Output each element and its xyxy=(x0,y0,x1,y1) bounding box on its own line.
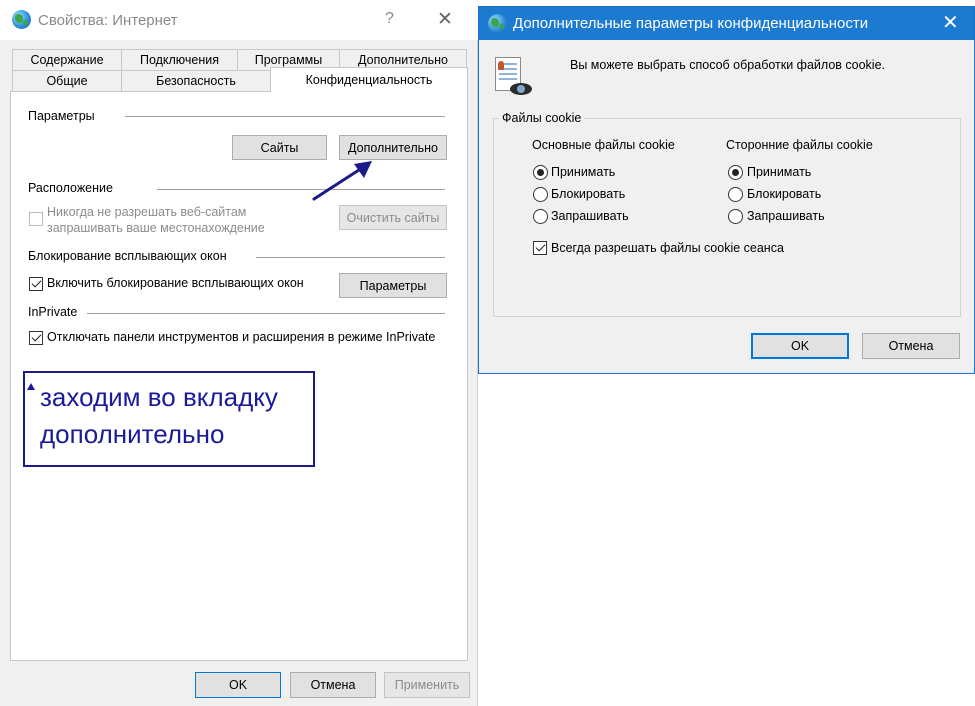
annotation-callout: заходим во вкладку дополнительно xyxy=(23,371,315,467)
divider xyxy=(125,116,445,117)
session-cookies-label: Всегда разрешать файлы cookie сеанса xyxy=(551,241,784,255)
location-checkbox-label-1: Никогда не разрешать веб-сайтам xyxy=(47,205,247,219)
first-party-prompt-label: Запрашивать xyxy=(551,209,629,223)
apply-button[interactable]: Применить xyxy=(384,672,470,698)
location-label: Расположение xyxy=(28,181,113,195)
third-party-block-radio[interactable] xyxy=(728,187,743,202)
help-button[interactable]: ? xyxy=(385,10,394,28)
third-party-accept-label: Принимать xyxy=(747,165,812,179)
inprivate-checkbox-label: Отключать панели инструментов и расширен… xyxy=(47,330,436,344)
close-button[interactable]: ✕ xyxy=(437,8,453,31)
tab-general[interactable]: Общие xyxy=(12,70,122,92)
cookies-group-label: Файлы cookie xyxy=(499,111,585,125)
third-party-accept-radio[interactable] xyxy=(728,165,743,180)
popup-blocker-checkbox-label: Включить блокирование всплывающих окон xyxy=(47,276,304,290)
close-button[interactable]: ✕ xyxy=(942,10,959,35)
location-checkbox[interactable] xyxy=(29,212,43,226)
internet-globe-icon xyxy=(12,10,31,29)
annotation-arrow-icon xyxy=(312,161,372,201)
cancel-button[interactable]: Отмена xyxy=(862,333,960,359)
location-checkbox-label-2: запрашивать ваше местонахождение xyxy=(47,221,265,235)
inprivate-checkbox[interactable] xyxy=(29,331,43,345)
session-cookies-checkbox[interactable] xyxy=(533,241,547,255)
first-party-heading: Основные файлы cookie xyxy=(532,138,675,152)
annotation-marker-icon xyxy=(27,383,35,390)
eye-icon xyxy=(510,83,532,95)
title-bar[interactable]: Дополнительные параметры конфиденциально… xyxy=(479,7,974,40)
advanced-privacy-settings-dialog: Дополнительные параметры конфиденциально… xyxy=(478,6,975,374)
third-party-heading: Сторонние файлы cookie xyxy=(726,138,873,152)
first-party-block-label: Блокировать xyxy=(551,187,626,201)
tab-content[interactable]: Содержание xyxy=(12,49,122,71)
tab-connections[interactable]: Подключения xyxy=(121,49,238,71)
dialog-title: Дополнительные параметры конфиденциально… xyxy=(513,15,869,32)
third-party-prompt-radio[interactable] xyxy=(728,209,743,224)
popup-params-button[interactable]: Параметры xyxy=(339,273,447,298)
window-title: Свойства: Интернет xyxy=(38,12,178,29)
first-party-block-radio[interactable] xyxy=(533,187,548,202)
first-party-accept-label: Принимать xyxy=(551,165,616,179)
cancel-button[interactable]: Отмена xyxy=(290,672,376,698)
first-party-accept-radio[interactable] xyxy=(533,165,548,180)
third-party-block-label: Блокировать xyxy=(747,187,822,201)
annotation-text: заходим во вкладку дополнительно xyxy=(40,382,278,449)
popup-blocker-checkbox[interactable] xyxy=(29,277,43,291)
popup-blocker-label: Блокирование всплывающих окон xyxy=(28,249,227,263)
internet-options-window: Свойства: Интернет ? ✕ Содержание Подклю… xyxy=(0,0,478,706)
parameters-label: Параметры xyxy=(28,109,95,123)
inprivate-label: InPrivate xyxy=(28,305,78,319)
first-party-prompt-radio[interactable] xyxy=(533,209,548,224)
divider xyxy=(256,257,445,258)
third-party-prompt-label: Запрашивать xyxy=(747,209,825,223)
dialog-description: Вы можете выбрать способ обработки файло… xyxy=(570,58,886,72)
tab-security[interactable]: Безопасность xyxy=(121,70,271,92)
ok-button[interactable]: OK xyxy=(751,333,849,359)
title-bar[interactable]: Свойства: Интернет ? ✕ xyxy=(0,0,478,40)
divider xyxy=(87,313,445,314)
clear-sites-button[interactable]: Очистить сайты xyxy=(339,205,447,230)
tab-privacy[interactable]: Конфиденциальность xyxy=(270,67,468,92)
ok-button[interactable]: OK xyxy=(195,672,281,698)
internet-globe-icon xyxy=(488,14,507,33)
